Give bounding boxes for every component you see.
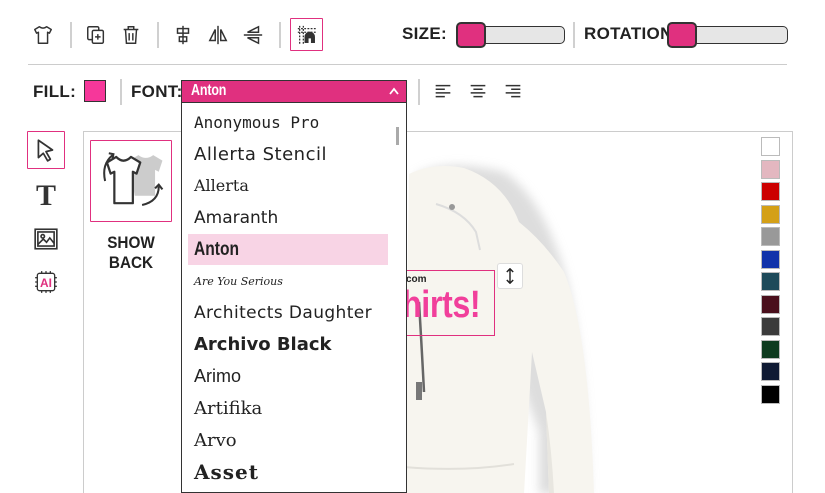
font-option[interactable]: Archivo Black (188, 329, 388, 360)
align-right-icon (505, 84, 521, 98)
toolbar-divider (573, 22, 575, 48)
font-label: FONT: (131, 82, 183, 101)
text-tool-icon: T (35, 179, 56, 212)
color-swatch[interactable] (761, 159, 780, 179)
flip-horizontal-button[interactable] (203, 20, 233, 50)
color-swatch[interactable] (761, 339, 780, 359)
chevron-up-icon (389, 87, 399, 95)
color-swatch[interactable] (761, 294, 780, 314)
grid-snap-icon (297, 25, 316, 44)
vertical-resize-icon (506, 268, 514, 284)
ai-tool-icon: AI (35, 271, 57, 293)
fill-color-swatch[interactable] (84, 80, 106, 102)
flip-horizontal-icon (208, 25, 228, 45)
size-slider-handle[interactable] (456, 22, 486, 48)
ai-tool-button[interactable]: AI (30, 266, 62, 298)
rotation-slider-handle[interactable] (667, 22, 697, 48)
color-swatch[interactable] (761, 137, 780, 156)
dropdown-scrollbar[interactable] (396, 127, 399, 145)
font-dropdown-list[interactable]: Anonymous Pro Allerta Stencil Allerta Am… (181, 103, 407, 493)
size-label: SIZE: (402, 24, 447, 43)
show-back-line-2: BACK (108, 253, 154, 272)
color-swatch[interactable] (761, 204, 780, 224)
show-back-button[interactable] (90, 140, 172, 222)
color-swatch[interactable] (761, 384, 780, 404)
delete-button[interactable] (116, 20, 146, 50)
align-center-button[interactable] (463, 77, 493, 107)
font-option[interactable]: Amaranth (188, 202, 388, 233)
canvas-text-big[interactable]: hirts! (402, 284, 481, 327)
font-option[interactable]: Are You Serious (188, 266, 388, 297)
image-tool-icon (34, 228, 58, 250)
font-option[interactable]: Anonymous Pro (188, 107, 388, 138)
toolbar-divider (157, 22, 159, 48)
size-slider[interactable] (456, 22, 565, 48)
trash-icon (123, 26, 139, 44)
show-back-icon (103, 152, 164, 207)
font-select[interactable]: Anton (181, 80, 407, 103)
rotation-slider[interactable] (667, 22, 788, 48)
fill-label: FILL: (33, 82, 77, 101)
font-option[interactable]: Allerta Stencil (188, 139, 388, 170)
font-select-value: Anton (191, 82, 227, 99)
font-option[interactable]: Artifika (188, 393, 388, 424)
font-option[interactable]: Asset (188, 456, 388, 487)
duplicate-icon (87, 26, 105, 44)
toolbar-bottom-divider (28, 64, 787, 65)
font-option[interactable]: Architects Daughter (188, 297, 388, 328)
color-swatch[interactable] (761, 362, 780, 381)
select-arrow-icon (37, 139, 54, 162)
toolbar-divider (70, 22, 72, 48)
align-center-vertical-icon (176, 25, 190, 45)
rotation-label: ROTATION: (584, 24, 679, 43)
select-tool-button[interactable] (27, 131, 65, 169)
font-option[interactable]: Arimo (188, 361, 388, 392)
font-option[interactable]: Allerta (188, 170, 388, 201)
align-left-icon (435, 84, 451, 98)
tshirt-icon (34, 26, 52, 44)
duplicate-button[interactable] (81, 20, 111, 50)
resize-handle[interactable] (497, 263, 523, 289)
align-center-icon (470, 84, 486, 98)
align-left-button[interactable] (428, 77, 458, 107)
toolbar-divider (120, 79, 122, 105)
color-swatch[interactable] (761, 317, 780, 336)
toolbar-divider (279, 22, 281, 48)
svg-text:AI: AI (40, 276, 52, 290)
grid-snap-button[interactable] (290, 18, 323, 51)
tshirt-button[interactable] (28, 20, 58, 50)
text-tool-button[interactable]: T (30, 180, 62, 212)
align-right-button[interactable] (498, 77, 528, 107)
flip-vertical-icon (243, 25, 263, 45)
color-swatch[interactable] (761, 227, 780, 246)
font-option[interactable]: Arvo (188, 425, 388, 456)
toolbar-divider (418, 79, 420, 105)
show-back-line-1: SHOW (107, 233, 155, 252)
image-tool-button[interactable] (30, 223, 62, 255)
font-option-selected[interactable]: Anton (188, 234, 388, 265)
color-swatch[interactable] (761, 272, 780, 291)
flip-vertical-button[interactable] (238, 20, 268, 50)
show-back-label: SHOW BACK (94, 233, 168, 273)
color-swatch[interactable] (761, 249, 780, 269)
color-swatch[interactable] (761, 182, 780, 201)
align-center-vertical-button[interactable] (168, 20, 198, 50)
